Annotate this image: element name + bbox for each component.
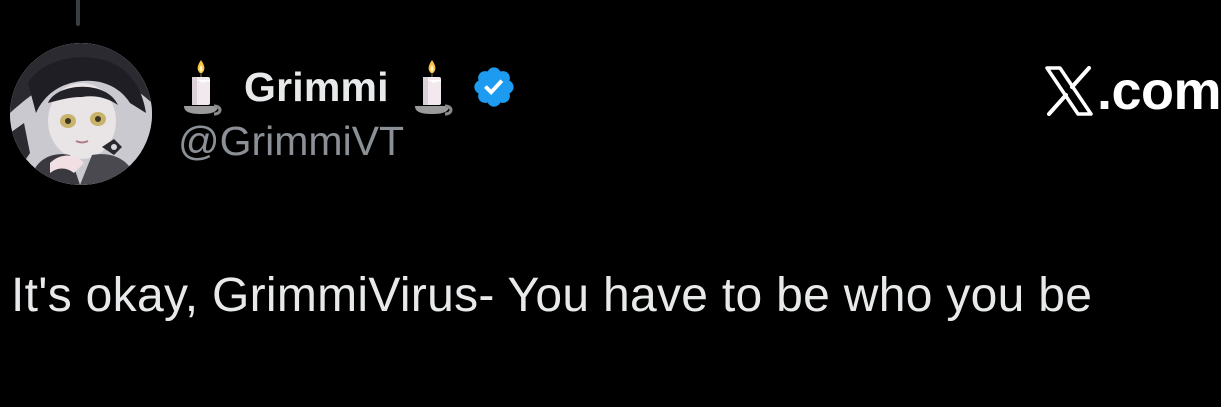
author-handle[interactable]: @GrimmiVT [178, 118, 404, 165]
post-text: It's okay, GrimmiVirus- You have to be w… [11, 269, 1093, 322]
x-logo-icon [1045, 66, 1093, 116]
post-header: Grimmi [178, 52, 517, 122]
thread-connector-line [76, 0, 80, 26]
author-display-name[interactable]: Grimmi [236, 64, 397, 111]
x-brand-watermark: .com [1043, 64, 1221, 118]
brand-domain-label: .com [1096, 61, 1221, 121]
candle-icon [414, 60, 453, 116]
candle-icon [184, 60, 222, 116]
avatar[interactable] [10, 43, 152, 185]
avatar-image [10, 43, 152, 185]
verified-badge-icon[interactable] [471, 64, 517, 110]
